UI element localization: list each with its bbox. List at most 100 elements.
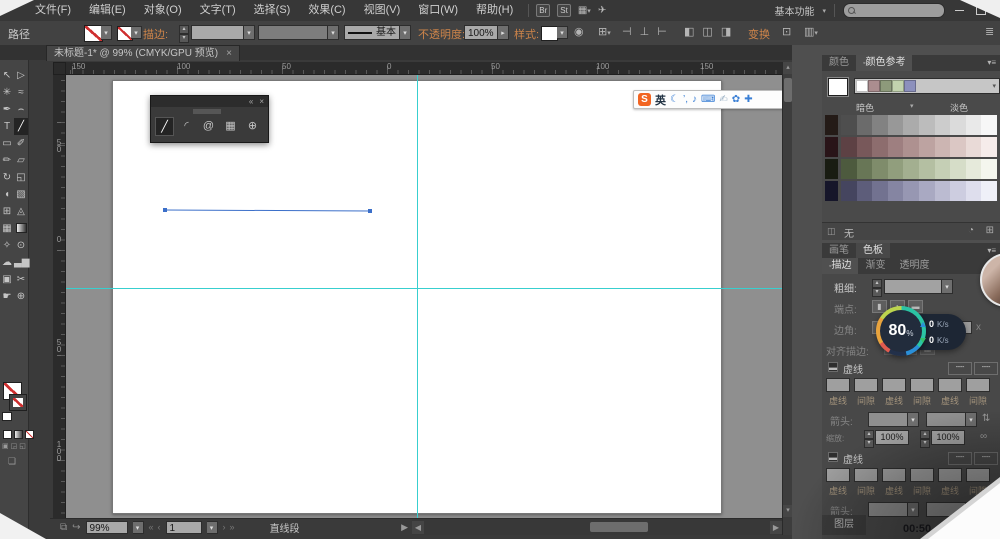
variation-swatch[interactable] — [950, 137, 966, 157]
opacity-link[interactable]: 不透明度: — [418, 26, 465, 42]
variation-swatch[interactable] — [888, 115, 904, 135]
line-segment-tool[interactable]: ╱ — [14, 118, 28, 135]
stroke-weight-dropdown[interactable]: ▾ — [244, 25, 255, 40]
speed-monitor-overlay[interactable]: 80 % 0 K/s 0 K/s — [876, 306, 968, 358]
draw-inside-icon[interactable]: ◱ — [19, 442, 26, 450]
opacity-arrow[interactable]: ▸ — [498, 25, 509, 40]
hand-tool[interactable]: ☛ — [0, 288, 14, 305]
spiral-tool[interactable]: @ — [199, 117, 218, 136]
ime-toolbar[interactable]: S英☾’,♪⌨✍✿✚ — [633, 90, 782, 109]
harmony-color-swatch[interactable] — [868, 80, 880, 92]
menubar-item-6[interactable]: 效果(C) — [299, 0, 354, 21]
width-profile-dropdown[interactable]: ▾ — [328, 25, 339, 40]
draw-normal-icon[interactable]: ▣ — [2, 442, 9, 450]
scroll-left-icon[interactable]: ◀ — [412, 521, 424, 534]
stroke-weight-field[interactable] — [191, 25, 244, 40]
paintbrush-tool[interactable]: ✐ — [14, 135, 28, 152]
variation-swatch[interactable] — [872, 115, 888, 135]
none-button[interactable] — [25, 430, 34, 439]
tab-swatches[interactable]: 色板 — [856, 243, 890, 258]
last-artboard-button[interactable]: » — [230, 522, 235, 532]
draw-behind-icon[interactable]: ◲ — [11, 442, 18, 450]
close-icon[interactable]: × — [259, 96, 264, 107]
grid-toggle-icon[interactable]: ⧉ — [60, 522, 67, 533]
variation-swatch[interactable] — [966, 181, 982, 201]
skin-center-icon[interactable]: ✿ — [732, 94, 740, 105]
align-center-icon[interactable]: ⊥ — [640, 25, 650, 38]
variation-swatch[interactable] — [950, 115, 966, 135]
horizontal-ruler[interactable]: 15010050050100150 — [66, 62, 782, 75]
variation-swatch[interactable] — [919, 137, 935, 157]
menubar-item-1[interactable]: 文件(F) — [26, 0, 80, 21]
stock-button[interactable]: St — [557, 4, 571, 17]
variation-swatch[interactable] — [903, 181, 919, 201]
brush-definition-field[interactable]: 基本 — [344, 25, 400, 40]
floating-panel-header[interactable]: « × — [151, 96, 268, 107]
style-link[interactable]: 样式: — [514, 26, 539, 42]
status-expand-icon[interactable]: ▶ — [401, 522, 408, 533]
variation-swatch[interactable] — [872, 159, 888, 179]
variation-swatch[interactable] — [857, 115, 873, 135]
ruler-corner[interactable] — [53, 62, 66, 75]
toolbox-icon[interactable]: ✚ — [744, 94, 752, 105]
weight-field[interactable] — [884, 279, 942, 294]
shape-builder-tool[interactable]: ⊞ — [0, 203, 14, 220]
collapse-icon[interactable]: « — [249, 96, 253, 107]
variation-swatch[interactable] — [981, 137, 997, 157]
column-graph-tool[interactable]: ▃▆ — [14, 254, 28, 271]
tab-gradient[interactable]: 渐变 — [858, 258, 892, 274]
arrange-documents-icon[interactable]: ▦▾ — [578, 5, 591, 16]
close-icon[interactable]: × — [226, 46, 232, 61]
save-color-group-icon[interactable]: ⊞ — [986, 225, 994, 236]
zoom-tool[interactable]: ⊕ — [14, 288, 28, 305]
variation-swatch[interactable] — [872, 137, 888, 157]
harmony-color-swatch[interactable] — [880, 80, 892, 92]
variation-swatch[interactable] — [966, 137, 982, 157]
rectangular-grid-tool[interactable]: ▦ — [221, 117, 240, 136]
opacity-field[interactable]: 100% — [464, 25, 498, 40]
mesh-tool[interactable]: ▦ — [0, 220, 14, 237]
next-artboard-button[interactable]: › — [223, 522, 226, 532]
variation-swatch[interactable] — [857, 137, 873, 157]
menubar-item-5[interactable]: 选择(S) — [245, 0, 300, 21]
align-dash-button[interactable]: ╍╍ — [974, 362, 998, 375]
variation-swatch[interactable] — [825, 137, 838, 157]
menubar-item-9[interactable]: 帮助(H) — [467, 0, 522, 21]
width-tool[interactable]: ◖ — [0, 186, 14, 203]
rotate-tool[interactable]: ↻ — [0, 169, 14, 186]
workspace-label[interactable]: 基本功能 — [774, 3, 814, 18]
pencil-tool[interactable]: ✏ — [0, 152, 14, 169]
variation-swatch[interactable] — [903, 115, 919, 135]
blend-tool[interactable]: ⊙ — [14, 237, 28, 254]
preserve-dash-button[interactable]: ╍╍ — [948, 362, 972, 375]
edit-colors-icon[interactable]: ◔ — [968, 225, 974, 236]
stepper-down-icon[interactable]: ▾ — [179, 34, 189, 43]
lasso-tool[interactable]: ≈ — [14, 84, 28, 101]
stroke-weight-link[interactable]: 描边: — [143, 26, 168, 42]
dash-value-field[interactable] — [826, 378, 850, 392]
zoom-dropdown[interactable]: ▾ — [133, 521, 144, 534]
stepper-up-icon[interactable]: ▴ — [179, 25, 189, 34]
variation-swatch[interactable] — [935, 159, 951, 179]
vertical-ruler[interactable]: 5 005 01 0 0 — [53, 75, 66, 518]
stroke-indicator[interactable] — [9, 394, 27, 411]
variation-swatch[interactable] — [825, 181, 838, 201]
type-tool[interactable]: T — [0, 118, 14, 135]
dash-value-field[interactable] — [910, 378, 934, 392]
variation-swatch[interactable] — [841, 181, 857, 201]
variation-swatch[interactable] — [935, 115, 951, 135]
anchor-point[interactable] — [368, 209, 372, 213]
variation-swatch[interactable] — [841, 115, 857, 135]
variation-swatch[interactable] — [981, 181, 997, 201]
magic-wand-tool[interactable]: ✳ — [0, 84, 14, 101]
bridge-button[interactable]: Br — [536, 4, 550, 17]
variation-swatch[interactable] — [919, 115, 935, 135]
style-swatch[interactable] — [541, 26, 558, 41]
align-right-icon[interactable]: ⊢ — [657, 25, 667, 38]
anchor-point[interactable] — [163, 208, 167, 212]
prev-artboard-button[interactable]: ‹ — [158, 522, 161, 532]
bounding-box-icon[interactable]: ⊡ — [782, 25, 791, 38]
artboard-dropdown[interactable]: ▾ — [207, 521, 218, 534]
variation-swatch[interactable] — [919, 159, 935, 179]
gradient-button[interactable] — [14, 430, 23, 439]
